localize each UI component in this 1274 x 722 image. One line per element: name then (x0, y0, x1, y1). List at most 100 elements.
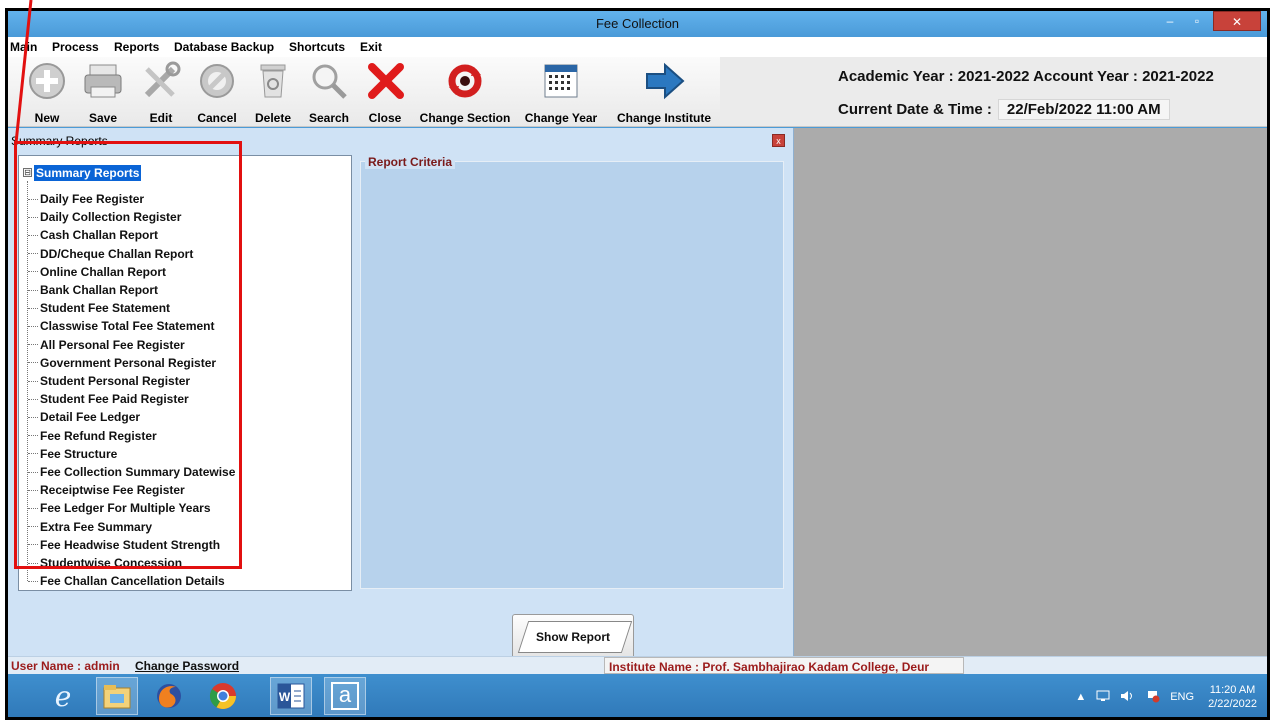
new-label: New (34, 111, 60, 125)
printer-icon (81, 59, 125, 103)
tree-item[interactable]: Studentwise Concession (28, 554, 182, 572)
change-section-button[interactable]: Change Section (418, 59, 512, 125)
tree-item-label: All Personal Fee Register (40, 337, 185, 352)
title-bar[interactable]: Fee Collection – ▫ ✕ (8, 11, 1267, 37)
tree-item[interactable]: Fee Headwise Student Strength (28, 536, 220, 554)
status-bar: User Name : admin Change Password Instit… (8, 656, 1267, 674)
panel-close-button[interactable]: x (772, 134, 785, 147)
close-label: Close (368, 111, 402, 125)
close-button[interactable]: Close (364, 59, 406, 125)
clock[interactable]: 11:20 AM 2/22/2022 (1208, 683, 1257, 711)
menu-exit[interactable]: Exit (360, 40, 382, 54)
word-icon[interactable]: W (270, 677, 312, 715)
tree-item[interactable]: Bank Challan Report (28, 281, 158, 299)
tree-item[interactable]: Daily Collection Register (28, 208, 181, 226)
tree-item-label: Student Fee Statement (40, 301, 171, 316)
menu-process[interactable]: Process (52, 40, 99, 54)
report-tree[interactable]: ⊟ Summary Reports Daily Fee Register Dail… (18, 155, 352, 591)
edit-button[interactable]: Edit (138, 59, 184, 125)
tree-item[interactable]: Fee Structure (28, 445, 117, 463)
close-window-button[interactable]: ✕ (1213, 11, 1261, 31)
cancel-button[interactable]: Cancel (194, 59, 240, 125)
tray-chevron-icon[interactable]: ▲ (1075, 691, 1086, 703)
tree-branch-line (28, 544, 38, 546)
change-year-button[interactable]: Change Year (520, 59, 602, 125)
menu-main[interactable]: Main (10, 40, 37, 54)
tree-item[interactable]: Online Challan Report (28, 263, 166, 281)
tree-item[interactable]: Student Fee Paid Register (28, 390, 189, 408)
edit-label: Edit (149, 111, 173, 125)
delete-button[interactable]: Delete (250, 59, 296, 125)
year-info: Academic Year : 2021-2022 Account Year :… (838, 68, 1214, 85)
tree-item[interactable]: Fee Refund Register (28, 427, 157, 445)
show-report-button[interactable]: Show Report (512, 614, 634, 660)
tree-item-label: Bank Challan Report (40, 283, 159, 297)
tree-item[interactable]: Receiptwise Fee Register (28, 481, 185, 499)
change-institute-button[interactable]: Change Institute (612, 59, 716, 125)
cancel-label: Cancel (197, 111, 237, 125)
recycle-bin-icon (251, 59, 295, 103)
language-indicator[interactable]: ENG (1170, 691, 1194, 703)
tree-branch-line (28, 526, 38, 528)
datetime-label: Current Date & Time : (838, 101, 992, 118)
tree-item-label: Fee Refund Register (40, 428, 157, 443)
panel-header: Summary Reports x (8, 132, 793, 150)
change-year-label: Change Year (524, 111, 598, 125)
tree-branch-line (28, 344, 38, 346)
tree-item-label: DD/Cheque Challan Report (40, 246, 194, 261)
empty-workspace (794, 128, 1267, 656)
app-a-icon[interactable]: a (324, 677, 366, 715)
collapse-icon[interactable]: ⊟ (23, 168, 32, 177)
tree-item[interactable]: Daily Fee Register (28, 190, 144, 208)
datetime-row: Current Date & Time : 22/Feb/2022 11:00 A… (838, 99, 1170, 120)
tree-branch-line (28, 562, 38, 564)
arrow-right-icon (642, 59, 686, 103)
chrome-icon[interactable] (202, 677, 244, 715)
menu-reports[interactable]: Reports (114, 40, 159, 54)
firefox-icon[interactable] (148, 677, 190, 715)
tree-item-label: Student Personal Register (40, 374, 191, 388)
file-explorer-icon[interactable] (96, 677, 138, 715)
session-info: Academic Year : 2021-2022 Account Year :… (720, 57, 1267, 127)
tree-item[interactable]: Fee Collection Summary Datewise (28, 463, 235, 481)
change-password-link[interactable]: Change Password (135, 659, 239, 673)
tree-item[interactable]: Fee Ledger For Multiple Years (28, 499, 211, 517)
change-institute-label: Change Institute (616, 111, 711, 125)
menu-bar: Main Process Reports Database Backup Sho… (8, 37, 1267, 57)
flag-icon[interactable] (1146, 689, 1160, 706)
maximize-button[interactable]: ▫ (1185, 11, 1209, 31)
tree-item[interactable]: Fee Challan Cancellation Details (28, 572, 225, 590)
search-button[interactable]: Search (306, 59, 352, 125)
tree-branch-line (28, 234, 38, 236)
internet-explorer-icon[interactable]: e (42, 677, 84, 715)
tree-item-label: Fee Challan Cancellation Details (40, 574, 225, 589)
menu-database-backup[interactable]: Database Backup (174, 40, 274, 54)
tree-item[interactable]: Student Personal Register (28, 372, 190, 390)
new-button[interactable]: New (24, 59, 70, 125)
tree-item[interactable]: Extra Fee Summary (28, 518, 152, 536)
tree-item-label: Daily Fee Register (40, 192, 145, 206)
institute-name: Institute Name : Prof. Sambhajirao Kadam… (604, 657, 964, 674)
tree-item-label: Detail Fee Ledger (40, 410, 141, 425)
tree-item-label: Classwise Total Fee Statement (40, 319, 215, 334)
save-button[interactable]: Save (80, 59, 126, 125)
tree-item[interactable]: Cash Challan Report (28, 226, 158, 244)
tree-item[interactable]: Detail Fee Ledger (28, 408, 140, 426)
tree-item[interactable]: DD/Cheque Challan Report (28, 245, 193, 263)
svg-text:e: e (55, 681, 72, 711)
tree-branch-line (28, 307, 38, 309)
tree-root[interactable]: ⊟ Summary Reports (23, 164, 142, 181)
tree-item-label: Fee Ledger For Multiple Years (40, 501, 211, 516)
menu-shortcuts[interactable]: Shortcuts (289, 40, 345, 54)
tree-item[interactable]: Classwise Total Fee Statement (28, 317, 215, 335)
tree-item[interactable]: All Personal Fee Register (28, 336, 185, 354)
minimize-button[interactable]: – (1159, 11, 1181, 31)
tree-item[interactable]: Student Fee Statement (28, 299, 170, 317)
tree-branch-line (28, 435, 38, 437)
tree-item[interactable]: Government Personal Register (28, 354, 216, 372)
tree-branch-line (28, 271, 38, 273)
volume-icon[interactable] (1120, 690, 1136, 705)
calendar-icon (539, 59, 583, 103)
network-icon[interactable] (1096, 690, 1110, 705)
report-criteria-group (360, 161, 784, 589)
